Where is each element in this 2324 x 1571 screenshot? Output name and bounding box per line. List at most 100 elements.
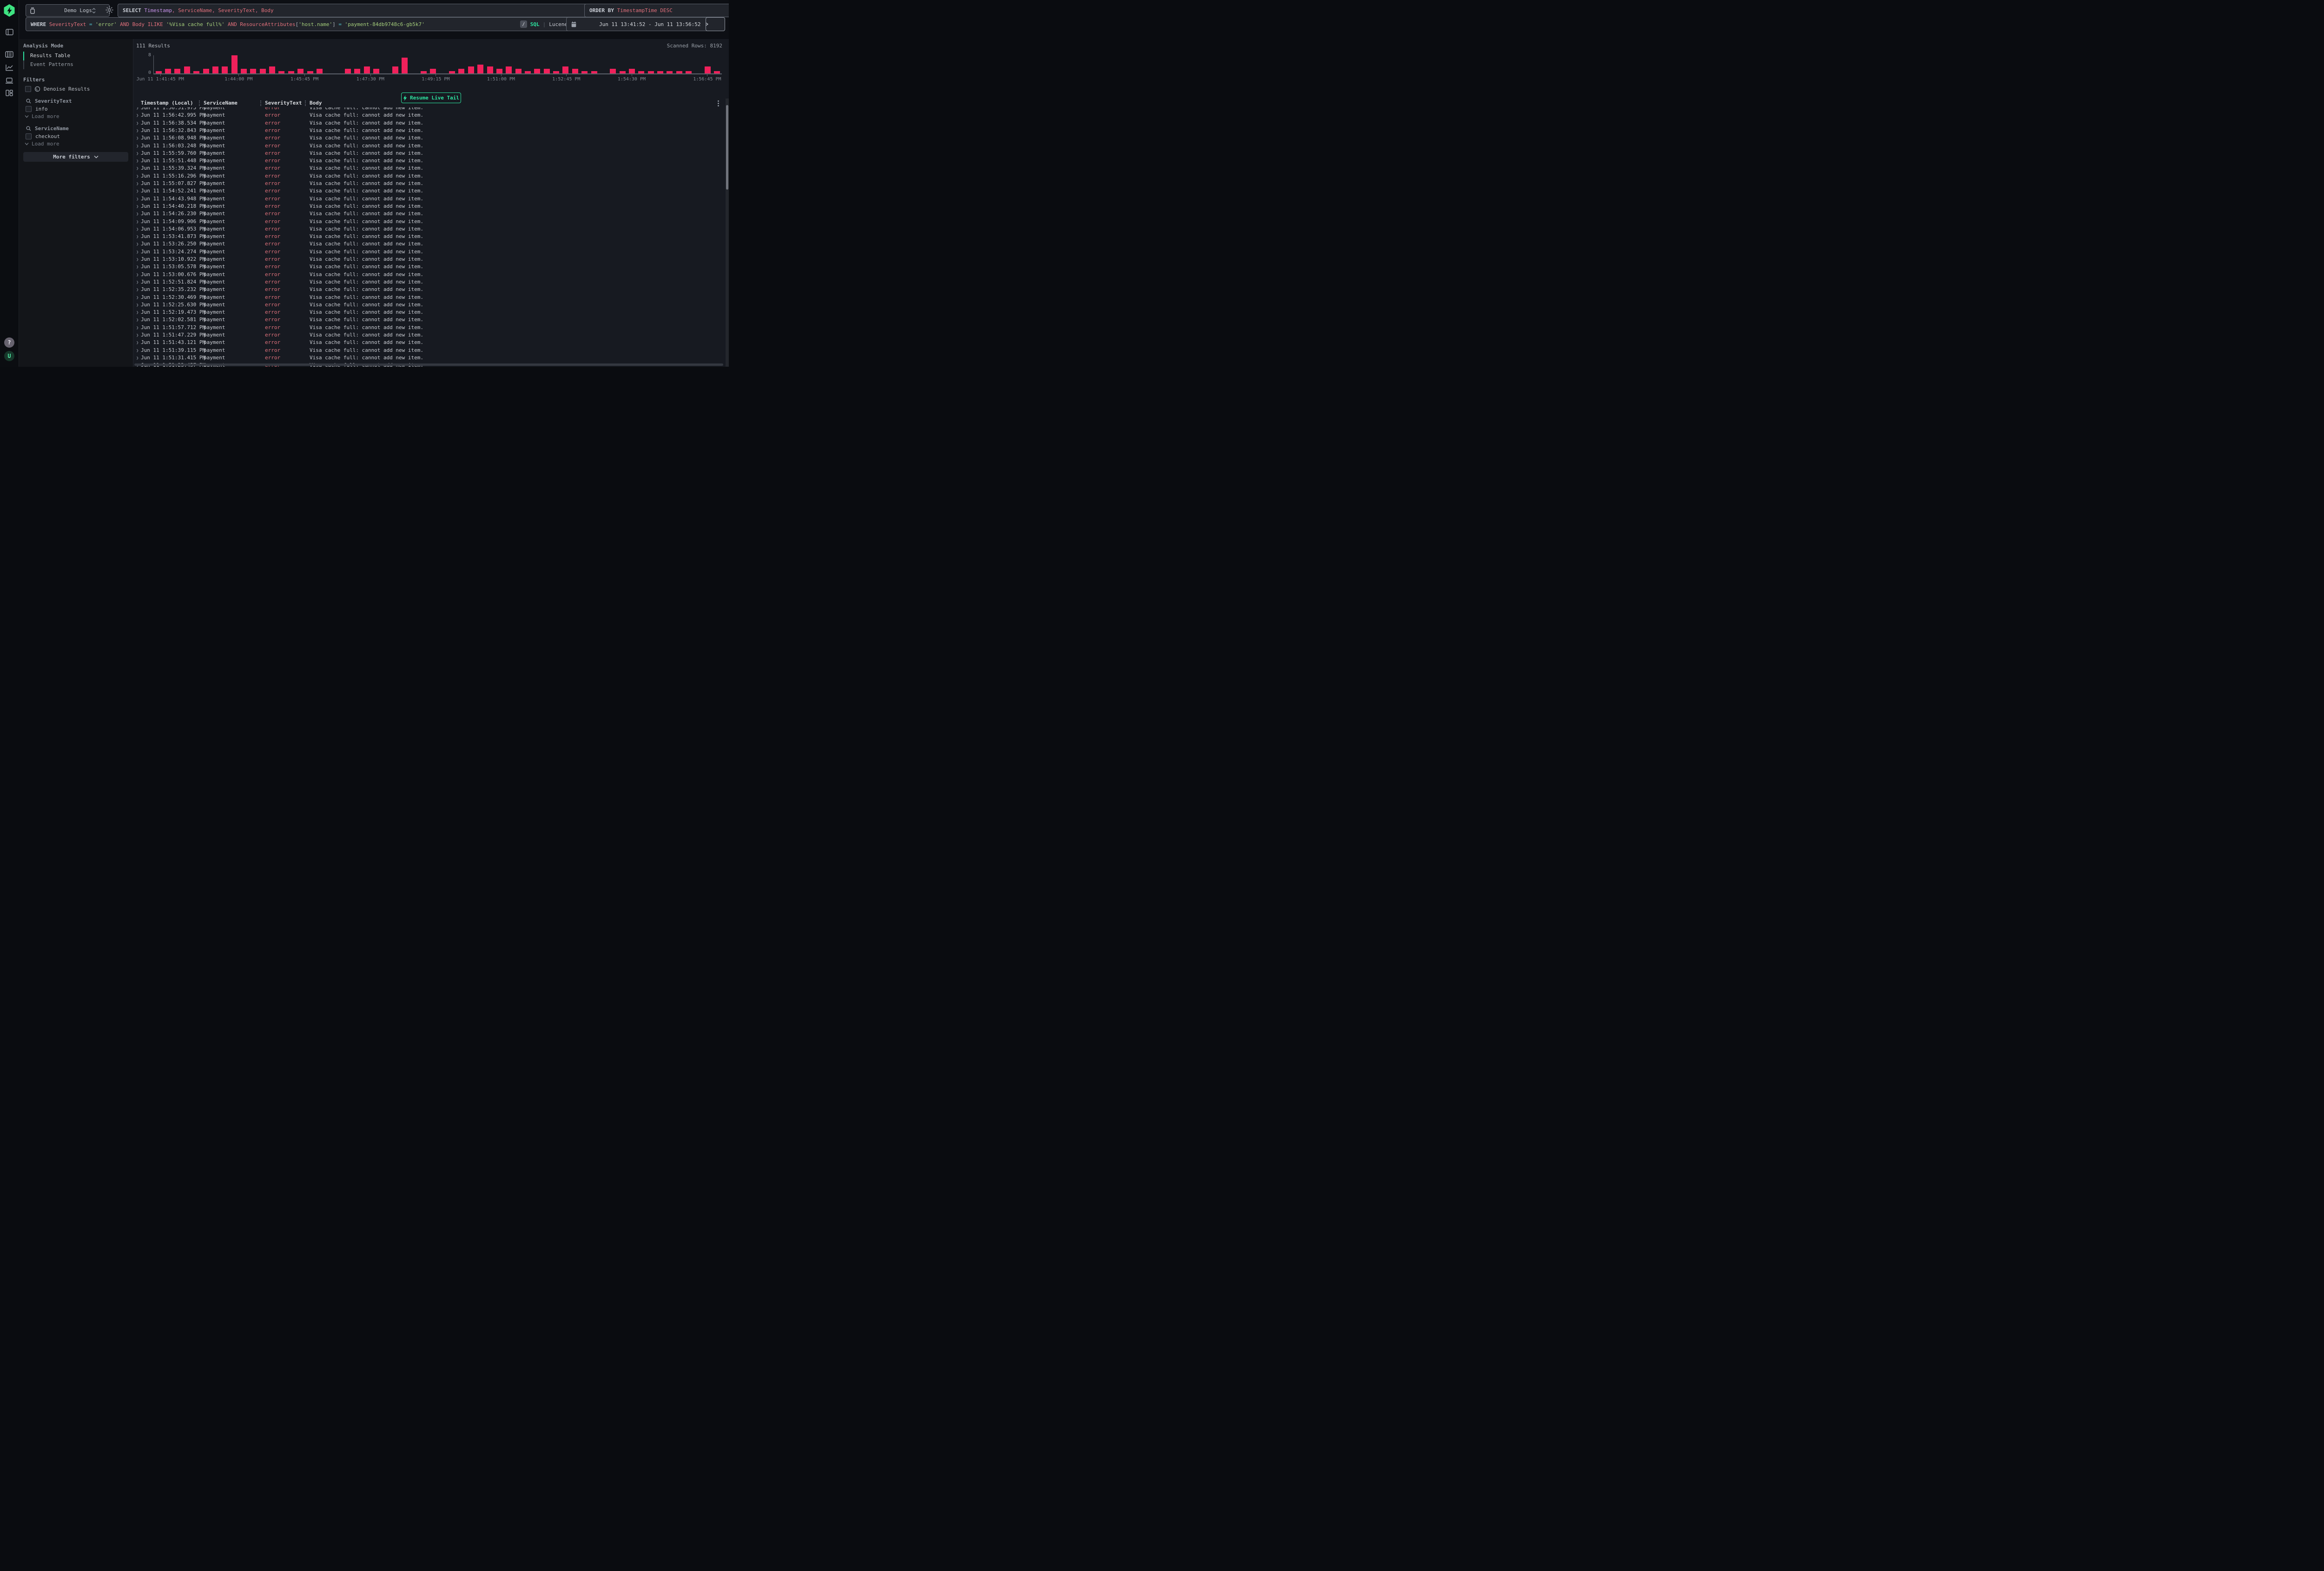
lucene-toggle[interactable]: Lucene [549, 21, 568, 27]
vertical-scrollbar-thumb[interactable] [726, 105, 728, 190]
avatar[interactable]: U [4, 351, 14, 361]
row-expand-chevron-icon[interactable]: ❯ [136, 256, 139, 264]
row-expand-chevron-icon[interactable]: ❯ [136, 173, 139, 180]
table-row[interactable]: ❯Jun 11 1:56:03.248 PMpaymenterrorVisa c… [133, 142, 725, 150]
gear-icon[interactable] [106, 6, 113, 14]
row-expand-chevron-icon[interactable]: ❯ [136, 302, 139, 309]
table-row[interactable]: ❯Jun 11 1:54:06.953 PMpaymenterrorVisa c… [133, 225, 725, 233]
row-expand-chevron-icon[interactable]: ❯ [136, 294, 139, 302]
load-more-servicename[interactable]: Load more [25, 141, 139, 147]
table-row[interactable]: ❯Jun 11 1:53:10.922 PMpaymenterrorVisa c… [133, 256, 725, 263]
row-expand-chevron-icon[interactable]: ❯ [136, 120, 139, 127]
table-row[interactable]: ❯Jun 11 1:55:16.296 PMpaymenterrorVisa c… [133, 172, 725, 180]
table-row[interactable]: ❯Jun 11 1:51:39.115 PMpaymenterrorVisa c… [133, 347, 725, 354]
table-row[interactable]: ❯Jun 11 1:53:24.274 PMpaymenterrorVisa c… [133, 248, 725, 256]
table-row[interactable]: ❯Jun 11 1:56:42.995 PMpaymenterrorVisa c… [133, 112, 725, 119]
table-row[interactable]: ❯Jun 11 1:54:52.241 PMpaymenterrorVisa c… [133, 187, 725, 195]
sessions-laptop-icon[interactable] [5, 76, 13, 85]
row-expand-chevron-icon[interactable]: ❯ [136, 271, 139, 279]
row-expand-chevron-icon[interactable]: ❯ [136, 180, 139, 188]
load-more-severitytext[interactable]: Load more [25, 113, 139, 119]
row-expand-chevron-icon[interactable]: ❯ [136, 188, 139, 195]
table-row[interactable]: ❯Jun 11 1:53:05.578 PMpaymenterrorVisa c… [133, 263, 725, 271]
table-row[interactable]: ❯Jun 11 1:56:08.948 PMpaymenterrorVisa c… [133, 134, 725, 142]
table-row[interactable]: ❯Jun 11 1:54:43.948 PMpaymenterrorVisa c… [133, 195, 725, 203]
row-expand-chevron-icon[interactable]: ❯ [136, 135, 139, 142]
denoise-checkbox[interactable] [25, 86, 31, 92]
denoise-results-row[interactable]: Denoise Results [25, 86, 139, 92]
sidebar-item-event-patterns[interactable]: Event Patterns [30, 60, 145, 68]
row-expand-chevron-icon[interactable]: ❯ [136, 355, 139, 362]
row-expand-chevron-icon[interactable]: ❯ [136, 339, 139, 347]
info-checkbox[interactable] [26, 106, 32, 112]
filter-option-checkout[interactable]: checkout [26, 133, 140, 139]
column-resize-handle[interactable] [260, 100, 261, 106]
table-row[interactable]: ❯Jun 11 1:53:26.250 PMpaymenterrorVisa c… [133, 240, 725, 248]
table-row[interactable]: ❯Jun 11 1:54:26.230 PMpaymenterrorVisa c… [133, 210, 725, 218]
table-row[interactable]: ❯Jun 11 1:55:39.324 PMpaymenterrorVisa c… [133, 165, 725, 172]
filter-group-name[interactable]: ServiceName [35, 125, 69, 132]
column-resize-handle[interactable] [305, 100, 306, 106]
table-row[interactable]: ❯Jun 11 1:51:43.121 PMpaymenterrorVisa c… [133, 339, 725, 346]
row-expand-chevron-icon[interactable]: ❯ [136, 112, 139, 119]
time-range-picker[interactable]: Jun 11 13:41:52 - Jun 11 13:56:52 [566, 17, 711, 31]
row-expand-chevron-icon[interactable]: ❯ [136, 347, 139, 355]
row-expand-chevron-icon[interactable]: ❯ [136, 241, 139, 248]
row-expand-chevron-icon[interactable]: ❯ [136, 279, 139, 286]
column-header-body[interactable]: Body [310, 100, 322, 106]
log-search-icon[interactable] [5, 50, 13, 59]
where-query-input[interactable]: WHERE SeverityText = 'error' AND Body IL… [26, 17, 573, 31]
column-header-servicename[interactable]: ServiceName [204, 100, 238, 106]
table-row[interactable]: ❯Jun 11 1:56:32.843 PMpaymenterrorVisa c… [133, 127, 725, 134]
row-expand-chevron-icon[interactable]: ❯ [136, 165, 139, 172]
row-expand-chevron-icon[interactable]: ❯ [136, 218, 139, 226]
dashboard-grid-icon[interactable] [5, 89, 13, 97]
row-expand-chevron-icon[interactable]: ❯ [136, 324, 139, 332]
chart-icon[interactable] [5, 63, 13, 72]
row-expand-chevron-icon[interactable]: ❯ [136, 196, 139, 203]
row-expand-chevron-icon[interactable]: ❯ [136, 203, 139, 211]
table-options-kebab-icon[interactable] [715, 99, 721, 107]
table-row[interactable]: ❯Jun 11 1:53:00.676 PMpaymenterrorVisa c… [133, 271, 725, 278]
row-expand-chevron-icon[interactable]: ❯ [136, 127, 139, 135]
table-row[interactable]: ❯Jun 11 1:51:31.415 PMpaymenterrorVisa c… [133, 354, 725, 362]
column-header-severitytext[interactable]: SeverityText [265, 100, 302, 106]
table-row[interactable]: ❯Jun 11 1:52:30.469 PMpaymenterrorVisa c… [133, 294, 725, 301]
filter-group-name[interactable]: SeverityText [35, 98, 72, 104]
hyperdx-logo-icon[interactable] [4, 4, 15, 17]
table-row[interactable]: ❯Jun 11 1:51:57.712 PMpaymenterrorVisa c… [133, 324, 725, 331]
row-expand-chevron-icon[interactable]: ❯ [136, 286, 139, 294]
row-expand-chevron-icon[interactable]: ❯ [136, 233, 139, 241]
table-row[interactable]: ❯Jun 11 1:53:41.873 PMpaymenterrorVisa c… [133, 233, 725, 240]
resume-live-tail-button[interactable]: Resume Live Tail [401, 92, 461, 103]
vertical-scrollbar[interactable] [726, 99, 729, 367]
source-select[interactable]: Demo Logs [26, 4, 110, 17]
table-row[interactable]: ❯Jun 11 1:52:51.824 PMpaymenterrorVisa c… [133, 278, 725, 286]
table-row[interactable]: ❯Jun 11 1:52:02.581 PMpaymenterrorVisa c… [133, 316, 725, 323]
row-expand-chevron-icon[interactable]: ❯ [136, 264, 139, 271]
select-query-input[interactable]: SELECT Timestamp, ServiceName, SeverityT… [118, 4, 591, 17]
panel-left-icon[interactable] [5, 28, 13, 36]
table-row[interactable]: ❯Jun 11 1:55:07.827 PMpaymenterrorVisa c… [133, 180, 725, 187]
table-row[interactable]: ❯Jun 11 1:52:19.473 PMpaymenterrorVisa c… [133, 309, 725, 316]
row-expand-chevron-icon[interactable]: ❯ [136, 150, 139, 158]
orderby-query-input[interactable]: ORDER BY TimestampTime DESC [584, 4, 729, 17]
row-expand-chevron-icon[interactable]: ❯ [136, 226, 139, 233]
more-filters-button[interactable]: More filters [23, 152, 128, 162]
row-expand-chevron-icon[interactable]: ❯ [136, 309, 139, 317]
results-histogram[interactable] [153, 55, 722, 74]
column-resize-handle[interactable] [199, 100, 200, 106]
sql-toggle[interactable]: SQL [530, 21, 540, 27]
filter-option-info[interactable]: info [26, 106, 140, 112]
sidebar-item-results-table[interactable]: Results Table [30, 52, 145, 59]
table-row[interactable]: ❯Jun 11 1:54:09.906 PMpaymenterrorVisa c… [133, 218, 725, 225]
checkout-checkbox[interactable] [26, 133, 32, 139]
row-expand-chevron-icon[interactable]: ❯ [136, 143, 139, 150]
table-row[interactable]: ❯Jun 11 1:51:47.229 PMpaymenterrorVisa c… [133, 331, 725, 339]
table-row[interactable]: ❯Jun 11 1:55:51.448 PMpaymenterrorVisa c… [133, 157, 725, 165]
row-expand-chevron-icon[interactable]: ❯ [136, 158, 139, 165]
column-header-timestamp[interactable]: Timestamp (Local) [141, 100, 193, 106]
horizontal-scrollbar-thumb[interactable] [134, 363, 723, 366]
row-expand-chevron-icon[interactable]: ❯ [136, 317, 139, 324]
row-expand-chevron-icon[interactable]: ❯ [136, 332, 139, 339]
